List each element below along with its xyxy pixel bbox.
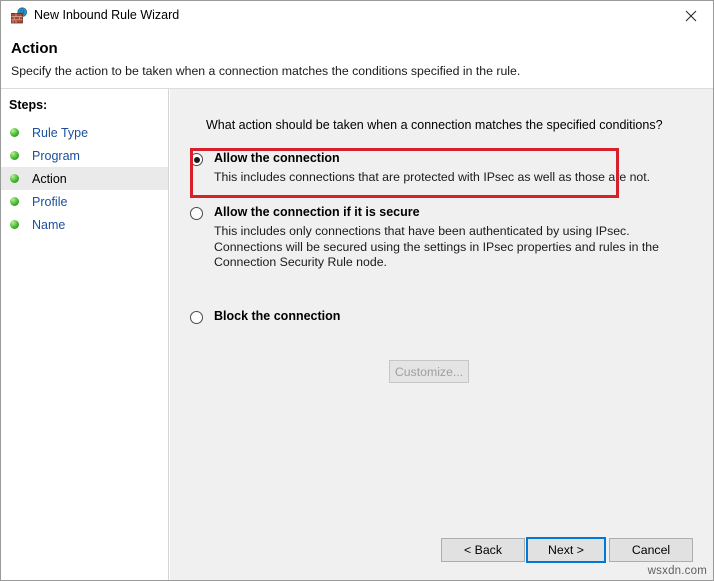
green-ball-icon [9, 219, 20, 230]
radio-row-allow-secure[interactable]: Allow the connection if it is secure [190, 205, 690, 220]
option-allow-the-connection-if-it-is-secure[interactable]: Allow the connection if it is secure Thi… [190, 205, 690, 271]
green-ball-icon [9, 127, 20, 138]
radio-block-the-connection[interactable] [190, 311, 203, 324]
option-label: Allow the connection [214, 151, 340, 165]
window-title: New Inbound Rule Wizard [34, 8, 180, 22]
sidebar-item-label: Action [32, 171, 67, 186]
option-block-the-connection[interactable]: Block the connection [190, 309, 690, 324]
steps-sidebar: Steps: Rule Type Program Action Profile [1, 89, 169, 580]
sidebar-item-program[interactable]: Program [1, 144, 168, 167]
main-content: What action should be taken when a conne… [170, 89, 713, 580]
green-ball-icon [9, 150, 20, 161]
radio-allow-the-connection-if-it-is-secure[interactable] [190, 207, 203, 220]
next-button[interactable]: Next > [526, 537, 606, 563]
sidebar-item-label: Name [32, 217, 66, 232]
sidebar-item-rule-type[interactable]: Rule Type [1, 121, 168, 144]
sidebar-item-label: Profile [32, 194, 68, 209]
option-allow-the-connection[interactable]: Allow the connection This includes conne… [190, 151, 690, 186]
cancel-button[interactable]: Cancel [609, 538, 693, 562]
customize-button[interactable]: Customize... [389, 360, 469, 383]
green-ball-icon [9, 196, 20, 207]
close-icon[interactable] [668, 1, 713, 31]
option-label: Block the connection [214, 309, 341, 323]
sidebar-item-name[interactable]: Name [1, 213, 168, 236]
radio-allow-the-connection[interactable] [190, 153, 203, 166]
option-label: Allow the connection if it is secure [214, 205, 420, 219]
page-header: Action Specify the action to be taken wh… [1, 32, 713, 89]
option-description: This includes only connections that have… [214, 224, 659, 269]
title-bar: New Inbound Rule Wizard [1, 1, 713, 32]
wizard-body: Steps: Rule Type Program Action Profile [1, 89, 713, 580]
green-ball-icon [9, 173, 20, 184]
radio-row-block[interactable]: Block the connection [190, 309, 690, 324]
sidebar-item-action[interactable]: Action [1, 167, 168, 190]
page-title: Action [11, 40, 58, 57]
page-subtitle: Specify the action to be taken when a co… [11, 64, 521, 78]
sidebar-item-label: Rule Type [32, 125, 89, 140]
steps-heading: Steps: [9, 98, 48, 112]
sidebar-item-label: Program [32, 148, 80, 163]
firewall-globe-icon [10, 7, 28, 25]
radio-row-allow[interactable]: Allow the connection [190, 151, 690, 166]
action-question: What action should be taken when a conne… [206, 118, 663, 132]
back-button[interactable]: < Back [441, 538, 525, 562]
new-inbound-rule-wizard-window: New Inbound Rule Wizard Action Specify t… [0, 0, 714, 581]
watermark: wsxdn.com [647, 565, 707, 577]
sidebar-item-profile[interactable]: Profile [1, 190, 168, 213]
option-description: This includes connections that are prote… [214, 170, 651, 184]
steps-list: Rule Type Program Action Profile Name [1, 121, 168, 236]
